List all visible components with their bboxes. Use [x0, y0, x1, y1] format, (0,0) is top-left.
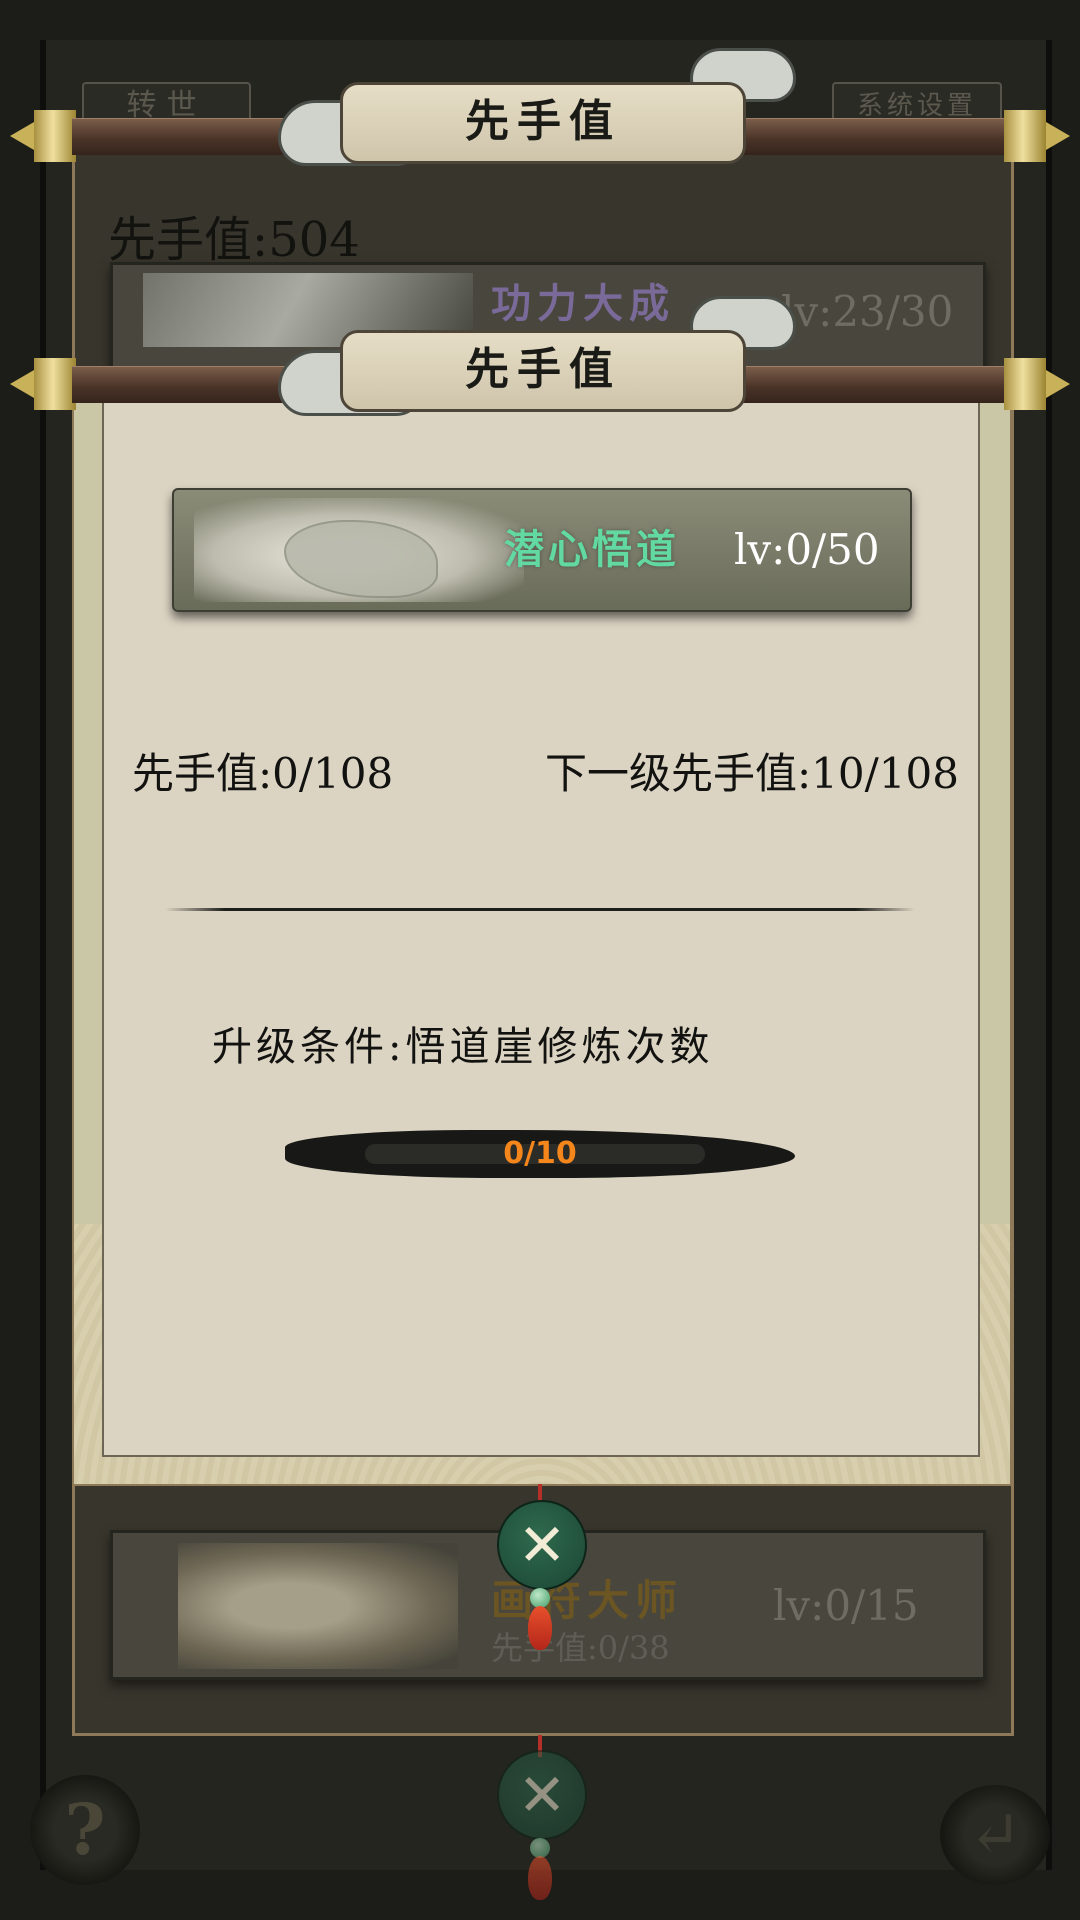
page-title: 先手值 — [340, 82, 746, 164]
crossed-swords-icon: ✕ — [517, 1761, 567, 1829]
blacksmith-image — [178, 1543, 458, 1669]
progress-text: 0/10 — [503, 1136, 577, 1171]
card-name: 功力大成 — [491, 280, 675, 327]
back-button[interactable]: ↵ — [940, 1785, 1050, 1885]
crossed-swords-icon: ✕ — [517, 1511, 567, 1579]
total-score: 先手值:504 — [108, 212, 360, 268]
next-level-value: 下一级先手值:10/108 — [545, 749, 959, 798]
tassel-decoration — [528, 1856, 552, 1900]
card-sub-value: 先手值:0/38 — [491, 1629, 670, 1667]
help-button[interactable]: ? — [30, 1775, 140, 1885]
card-level: lv:0/15 — [773, 1581, 919, 1630]
skill-level: lv:0/50 — [734, 525, 880, 574]
return-arrow-icon: ↵ — [968, 1798, 1022, 1872]
skill-card: 潜心悟道 lv:0/50 — [172, 488, 912, 612]
question-icon: ? — [64, 1788, 106, 1871]
current-value: 先手值:0/108 — [132, 749, 394, 798]
skill-name: 潜心悟道 — [504, 526, 680, 573]
close-button[interactable]: ✕ — [497, 1500, 587, 1590]
tassel-decoration — [528, 1606, 552, 1650]
upgrade-condition: 升级条件:悟道崖修炼次数 — [212, 1024, 714, 1070]
dialog-title: 先手值 — [340, 330, 746, 412]
divider — [165, 908, 915, 911]
close-button[interactable]: ✕ — [497, 1750, 587, 1840]
card-level: lv:23/30 — [781, 287, 954, 336]
